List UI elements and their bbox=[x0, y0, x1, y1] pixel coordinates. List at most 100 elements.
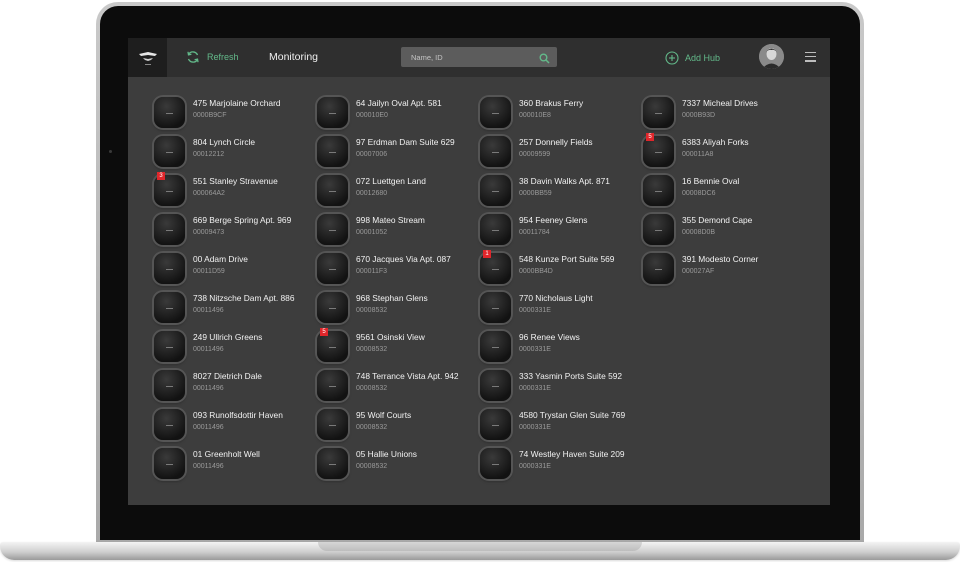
hub-id: 00008D0B bbox=[682, 229, 716, 236]
hub-list-item[interactable]: 74 Westley Haven Suite 209 0000331E bbox=[480, 445, 638, 484]
hub-id: 000011A8 bbox=[682, 151, 714, 158]
refresh-icon bbox=[187, 51, 199, 63]
hub-device-icon bbox=[317, 97, 348, 128]
menu-button[interactable] bbox=[805, 52, 816, 65]
hub-id: 00001052 bbox=[356, 229, 388, 236]
hub-name: 16 Bennie Oval bbox=[682, 176, 740, 186]
hub-id: 00011496 bbox=[193, 346, 224, 353]
add-icon bbox=[665, 51, 679, 65]
hub-list-item[interactable]: 3 551 Stanley Stravenue 000064A2 bbox=[154, 172, 312, 211]
hub-list-item[interactable]: 7337 Micheal Drives 0000B93D bbox=[643, 94, 801, 133]
search-button[interactable] bbox=[539, 51, 550, 69]
hub-list-item[interactable]: 360 Brakus Ferry 000010E8 bbox=[480, 94, 638, 133]
refresh-label: Refresh bbox=[207, 52, 239, 62]
hub-list-item[interactable]: 355 Demond Cape 00008D0B bbox=[643, 211, 801, 250]
hub-list-item[interactable]: 093 Runolfsdottir Haven 00011496 bbox=[154, 406, 312, 445]
hub-device-icon bbox=[154, 97, 185, 128]
hub-device-icon bbox=[154, 370, 185, 401]
hub-device-icon bbox=[154, 331, 185, 362]
hub-id: 00011784 bbox=[519, 229, 550, 236]
hub-id: 00011496 bbox=[193, 307, 224, 314]
hub-name: 4580 Trystan Glen Suite 769 bbox=[519, 410, 626, 420]
add-hub-label: Add Hub bbox=[685, 53, 721, 63]
hub-list-item[interactable]: 748 Terrance Vista Apt. 942 00008532 bbox=[317, 367, 475, 406]
hub-list-item[interactable]: 475 Marjolaine Orchard 0000B9CF bbox=[154, 94, 312, 133]
hub-list-item[interactable]: 97 Erdman Dam Suite 629 00007006 bbox=[317, 133, 475, 172]
hub-device-icon bbox=[154, 253, 185, 284]
hub-name: 670 Jacques Via Apt. 087 bbox=[356, 254, 451, 264]
hub-list-item[interactable]: 8027 Dietrich Dale 00011496 bbox=[154, 367, 312, 406]
hub-list-item[interactable]: 1 548 Kunze Port Suite 569 0000BB4D bbox=[480, 250, 638, 289]
refresh-button[interactable]: Refresh bbox=[186, 50, 239, 64]
hub-list-item[interactable]: 4580 Trystan Glen Suite 769 0000331E bbox=[480, 406, 638, 445]
hub-list-item[interactable]: 64 Jailyn Oval Apt. 581 000010E0 bbox=[317, 94, 475, 133]
hub-list-item[interactable]: 804 Lynch Circle 00012212 bbox=[154, 133, 312, 172]
hub-name: 00 Adam Drive bbox=[193, 254, 248, 264]
hub-list-item[interactable]: 072 Luettgen Land 00012680 bbox=[317, 172, 475, 211]
hub-id: 00012212 bbox=[193, 151, 225, 158]
hub-name: 093 Runolfsdottir Haven bbox=[193, 410, 283, 420]
add-hub-button[interactable]: Add Hub bbox=[665, 51, 720, 65]
laptop-notch bbox=[318, 542, 642, 551]
logo[interactable] bbox=[128, 38, 167, 77]
hub-name: 9561 Osinski View bbox=[356, 332, 425, 342]
hub-name: 770 Nicholaus Light bbox=[519, 293, 593, 303]
hub-list-item[interactable]: 738 Nitzsche Dam Apt. 886 00011496 bbox=[154, 289, 312, 328]
alert-badge: 5 bbox=[646, 133, 654, 141]
hub-grid: 475 Marjolaine Orchard 0000B9CF 804 Lynch … bbox=[128, 77, 830, 505]
hub-name: 804 Lynch Circle bbox=[193, 137, 256, 147]
hub-name: 01 Greenholt Well bbox=[193, 449, 260, 459]
search-icon bbox=[539, 53, 550, 64]
hub-id: 00012680 bbox=[356, 190, 388, 197]
hub-list-item[interactable]: 01 Greenholt Well 00011496 bbox=[154, 445, 312, 484]
hub-device-icon bbox=[154, 409, 185, 440]
hub-list-item[interactable]: 391 Modesto Corner 000027AF bbox=[643, 250, 801, 289]
hub-id: 00011496 bbox=[193, 424, 224, 431]
hub-id: 0000331E bbox=[519, 385, 551, 392]
search-input[interactable] bbox=[401, 47, 533, 67]
hub-list-item[interactable]: 16 Bennie Oval 00008DC6 bbox=[643, 172, 801, 211]
hub-list-item[interactable]: 333 Yasmin Ports Suite 592 0000331E bbox=[480, 367, 638, 406]
hub-list-item[interactable]: 998 Mateo Stream 00001052 bbox=[317, 211, 475, 250]
hub-list-item[interactable]: 95 Wolf Courts 00008532 bbox=[317, 406, 475, 445]
hub-id: 0000331E bbox=[519, 307, 551, 314]
hub-id: 00009473 bbox=[193, 229, 225, 236]
hub-name: 97 Erdman Dam Suite 629 bbox=[356, 137, 455, 147]
avatar[interactable] bbox=[759, 44, 784, 69]
hub-list-item[interactable]: 05 Hallie Unions 00008532 bbox=[317, 445, 475, 484]
hub-name: 738 Nitzsche Dam Apt. 886 bbox=[193, 293, 295, 303]
hub-list-item[interactable]: 954 Feeney Glens 00011784 bbox=[480, 211, 638, 250]
hub-id: 00011496 bbox=[193, 385, 224, 392]
hub-list-item[interactable]: 670 Jacques Via Apt. 087 000011F3 bbox=[317, 250, 475, 289]
hub-list-item[interactable]: 5 6383 Aliyah Forks 000011A8 bbox=[643, 133, 801, 172]
hub-list-item[interactable]: 00 Adam Drive 00011D59 bbox=[154, 250, 312, 289]
hub-column: 475 Marjolaine Orchard 0000B9CF 804 Lynch … bbox=[154, 94, 312, 484]
hub-name: 96 Renee Views bbox=[519, 332, 580, 342]
hub-device-icon bbox=[317, 370, 348, 401]
hub-device-icon bbox=[480, 292, 511, 323]
hub-id: 0000331E bbox=[519, 463, 551, 470]
hub-id: 0000B93D bbox=[682, 112, 716, 119]
hub-list-item[interactable]: 5 9561 Osinski View 00008532 bbox=[317, 328, 475, 367]
hub-name: 669 Berge Spring Apt. 969 bbox=[193, 215, 292, 225]
hub-device-icon bbox=[154, 214, 185, 245]
hub-device-icon bbox=[154, 448, 185, 479]
hub-list-item[interactable]: 968 Stephan Glens 00008532 bbox=[317, 289, 475, 328]
hub-name: 391 Modesto Corner bbox=[682, 254, 759, 264]
hub-id: 00011D59 bbox=[193, 268, 225, 275]
hub-device-icon bbox=[317, 292, 348, 323]
hub-device-icon bbox=[317, 175, 348, 206]
hub-device-icon bbox=[154, 292, 185, 323]
hub-name: 954 Feeney Glens bbox=[519, 215, 588, 225]
hub-name: 05 Hallie Unions bbox=[356, 449, 417, 459]
hub-list-item[interactable]: 249 Ullrich Greens 00011496 bbox=[154, 328, 312, 367]
hub-id: 00009599 bbox=[519, 151, 551, 158]
hub-id: 00008532 bbox=[356, 385, 388, 392]
hub-device-icon bbox=[480, 214, 511, 245]
hub-list-item[interactable]: 257 Donnelly Fields 00009599 bbox=[480, 133, 638, 172]
hub-list-item[interactable]: 96 Renee Views 0000331E bbox=[480, 328, 638, 367]
hub-list-item[interactable]: 669 Berge Spring Apt. 969 00009473 bbox=[154, 211, 312, 250]
hub-name: 360 Brakus Ferry bbox=[519, 98, 584, 108]
hub-list-item[interactable]: 38 Davin Walks Apt. 871 0000BB59 bbox=[480, 172, 638, 211]
hub-list-item[interactable]: 770 Nicholaus Light 0000331E bbox=[480, 289, 638, 328]
